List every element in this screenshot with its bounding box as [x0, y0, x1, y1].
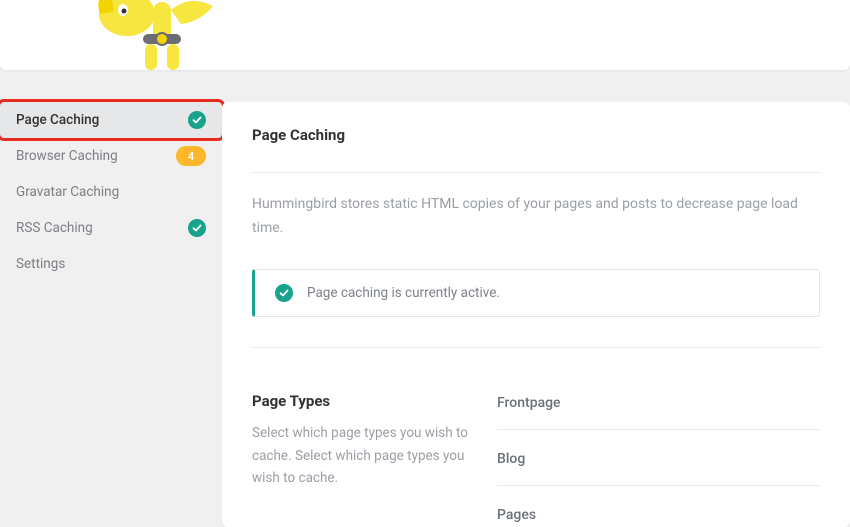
sidebar-item-gravatar-caching[interactable]: Gravatar Caching — [0, 174, 222, 210]
page-type-label: Pages — [497, 507, 536, 523]
section-title: Page Types — [252, 392, 477, 410]
page-type-row[interactable]: Blog — [497, 448, 820, 486]
sidebar-item-settings[interactable]: Settings — [0, 246, 222, 282]
sidebar-item-label: RSS Caching — [16, 220, 93, 236]
check-icon — [188, 219, 206, 237]
page-type-label: Frontpage — [497, 395, 561, 411]
sidebar-item-label: Settings — [16, 256, 65, 272]
main-panel: Page Caching Hummingbird stores static H… — [222, 102, 850, 527]
sidebar-item-rss-caching[interactable]: RSS Caching — [0, 210, 222, 246]
mascot-image — [95, 0, 235, 70]
main-layout: Page Caching Browser Caching 4 Gravatar … — [0, 102, 850, 527]
page-types-list: Frontpage Blog Pages — [497, 392, 820, 523]
sidebar-item-browser-caching[interactable]: Browser Caching 4 — [0, 138, 222, 174]
status-notice: Page caching is currently active. — [252, 269, 820, 317]
page-title: Page Caching — [252, 126, 820, 173]
page-types-section: Page Types Select which page types you w… — [252, 347, 820, 523]
check-icon — [188, 111, 206, 129]
page-type-row[interactable]: Frontpage — [497, 392, 820, 430]
sidebar-item-label: Browser Caching — [16, 148, 118, 164]
sidebar: Page Caching Browser Caching 4 Gravatar … — [0, 102, 222, 527]
page-description: Hummingbird stores static HTML copies of… — [252, 173, 820, 269]
section-header-column: Page Types Select which page types you w… — [252, 392, 477, 523]
page-type-label: Blog — [497, 451, 525, 467]
top-banner: R — [0, 0, 850, 70]
sidebar-item-page-caching[interactable]: Page Caching — [0, 102, 222, 138]
notice-text: Page caching is currently active. — [307, 285, 500, 301]
section-description: Select which page types you wish to cach… — [252, 422, 477, 491]
count-badge: 4 — [176, 146, 206, 166]
page-type-row[interactable]: Pages — [497, 504, 820, 523]
sidebar-item-label: Page Caching — [16, 112, 99, 128]
sidebar-item-label: Gravatar Caching — [16, 184, 119, 200]
check-icon — [275, 284, 293, 302]
